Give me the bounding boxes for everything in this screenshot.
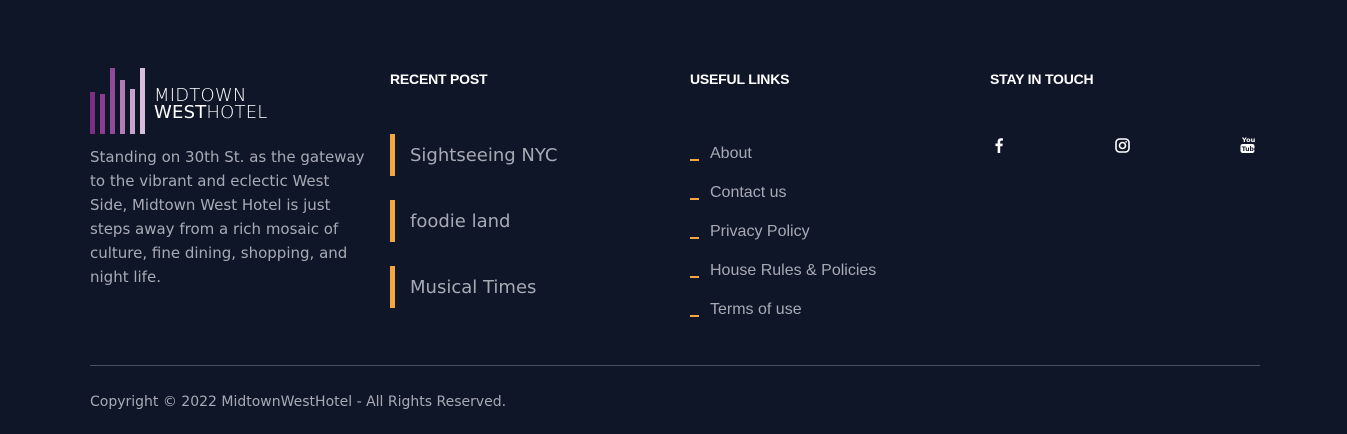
brand-description: Standing on 30th St. as the gateway to t… bbox=[90, 148, 365, 286]
instagram-icon[interactable] bbox=[1112, 136, 1132, 154]
recent-post-item[interactable]: Musical Times bbox=[390, 266, 557, 308]
dash-bullet-icon bbox=[690, 158, 699, 161]
dash-bullet-icon bbox=[690, 314, 699, 317]
facebook-icon[interactable] bbox=[989, 136, 1009, 154]
dash-bullet-icon bbox=[690, 236, 699, 239]
svg-text:Tube: Tube bbox=[1241, 146, 1254, 153]
recent-post-link[interactable]: Sightseeing NYC bbox=[410, 145, 557, 166]
recent-post-link[interactable]: Musical Times bbox=[410, 277, 536, 298]
useful-link-item-about[interactable]: About bbox=[690, 134, 876, 173]
recent-post-item[interactable]: Sightseeing NYC bbox=[390, 134, 557, 176]
useful-link-terms[interactable]: Terms of use bbox=[710, 301, 802, 319]
youtube-icon[interactable]: You Tube bbox=[1237, 136, 1257, 154]
useful-link-item-terms[interactable]: Terms of use bbox=[690, 290, 876, 329]
recent-post-heading: RECENT POST bbox=[390, 71, 488, 87]
recent-post-list: Sightseeing NYC foodie land Musical Time… bbox=[390, 134, 557, 332]
useful-links-heading: USEFUL LINKS bbox=[690, 71, 790, 87]
logo-wordmark: MIDTOWN WESTHOTEL bbox=[154, 87, 268, 123]
recent-post-link[interactable]: foodie land bbox=[410, 211, 510, 232]
useful-link-privacy[interactable]: Privacy Policy bbox=[710, 223, 810, 241]
footer-divider bbox=[90, 365, 1260, 366]
logo-mark-icon bbox=[90, 68, 148, 134]
useful-link-about[interactable]: About bbox=[710, 145, 752, 163]
dash-bullet-icon bbox=[690, 275, 699, 278]
recent-post-item[interactable]: foodie land bbox=[390, 200, 557, 242]
hotel-logo[interactable]: MIDTOWN WESTHOTEL bbox=[90, 68, 370, 134]
svg-text:You: You bbox=[1241, 136, 1255, 144]
footer-brand: MIDTOWN WESTHOTEL Standing on 30th St. a… bbox=[90, 68, 370, 289]
site-footer: MIDTOWN WESTHOTEL Standing on 30th St. a… bbox=[0, 0, 1347, 434]
useful-link-house-rules[interactable]: House Rules & Policies bbox=[710, 262, 876, 280]
useful-link-item-house-rules[interactable]: House Rules & Policies bbox=[690, 251, 876, 290]
copyright-text: Copyright © 2022 MidtownWestHotel - All … bbox=[90, 394, 507, 410]
stay-in-touch-heading: STAY IN TOUCH bbox=[990, 71, 1094, 87]
useful-link-item-contact[interactable]: Contact us bbox=[690, 173, 876, 212]
useful-link-item-privacy[interactable]: Privacy Policy bbox=[690, 212, 876, 251]
dash-bullet-icon bbox=[690, 197, 699, 200]
useful-link-contact[interactable]: Contact us bbox=[710, 184, 786, 202]
logo-line-2: WESTHOTEL bbox=[154, 102, 268, 123]
useful-links-list: About Contact us Privacy Policy House Ru… bbox=[690, 134, 876, 329]
